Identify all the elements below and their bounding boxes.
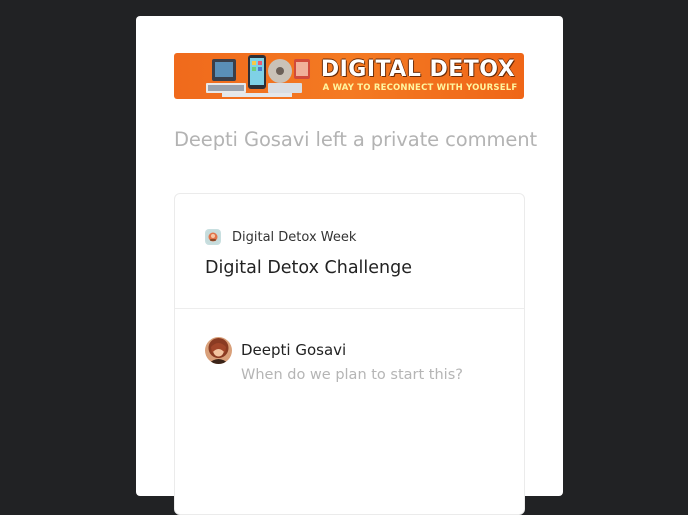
- card-title[interactable]: Digital Detox Challenge: [205, 258, 412, 278]
- comment-author: Deepti Gosavi: [241, 341, 347, 359]
- banner-title: DIGITAL DETOX: [320, 57, 516, 82]
- comment-text: When do we plan to start this?: [241, 367, 463, 383]
- digital-detox-banner: DIGITAL DETOX A WAY TO RECONNECT WITH YO…: [174, 53, 524, 99]
- source-row[interactable]: Digital Detox Week: [205, 228, 356, 246]
- user-avatar: [205, 337, 232, 364]
- notification-headline: Deepti Gosavi left a private comment: [174, 128, 538, 151]
- comment-card[interactable]: Digital Detox Week Digital Detox Challen…: [174, 193, 525, 515]
- banner-devices-illustration: [206, 55, 310, 97]
- email-card: DIGITAL DETOX A WAY TO RECONNECT WITH YO…: [136, 16, 563, 515]
- banner-subtitle: A WAY TO RECONNECT WITH YOURSELF: [322, 83, 518, 93]
- divider: [175, 308, 524, 309]
- digital-detox-week-icon: [205, 229, 221, 245]
- source-name: Digital Detox Week: [232, 229, 357, 245]
